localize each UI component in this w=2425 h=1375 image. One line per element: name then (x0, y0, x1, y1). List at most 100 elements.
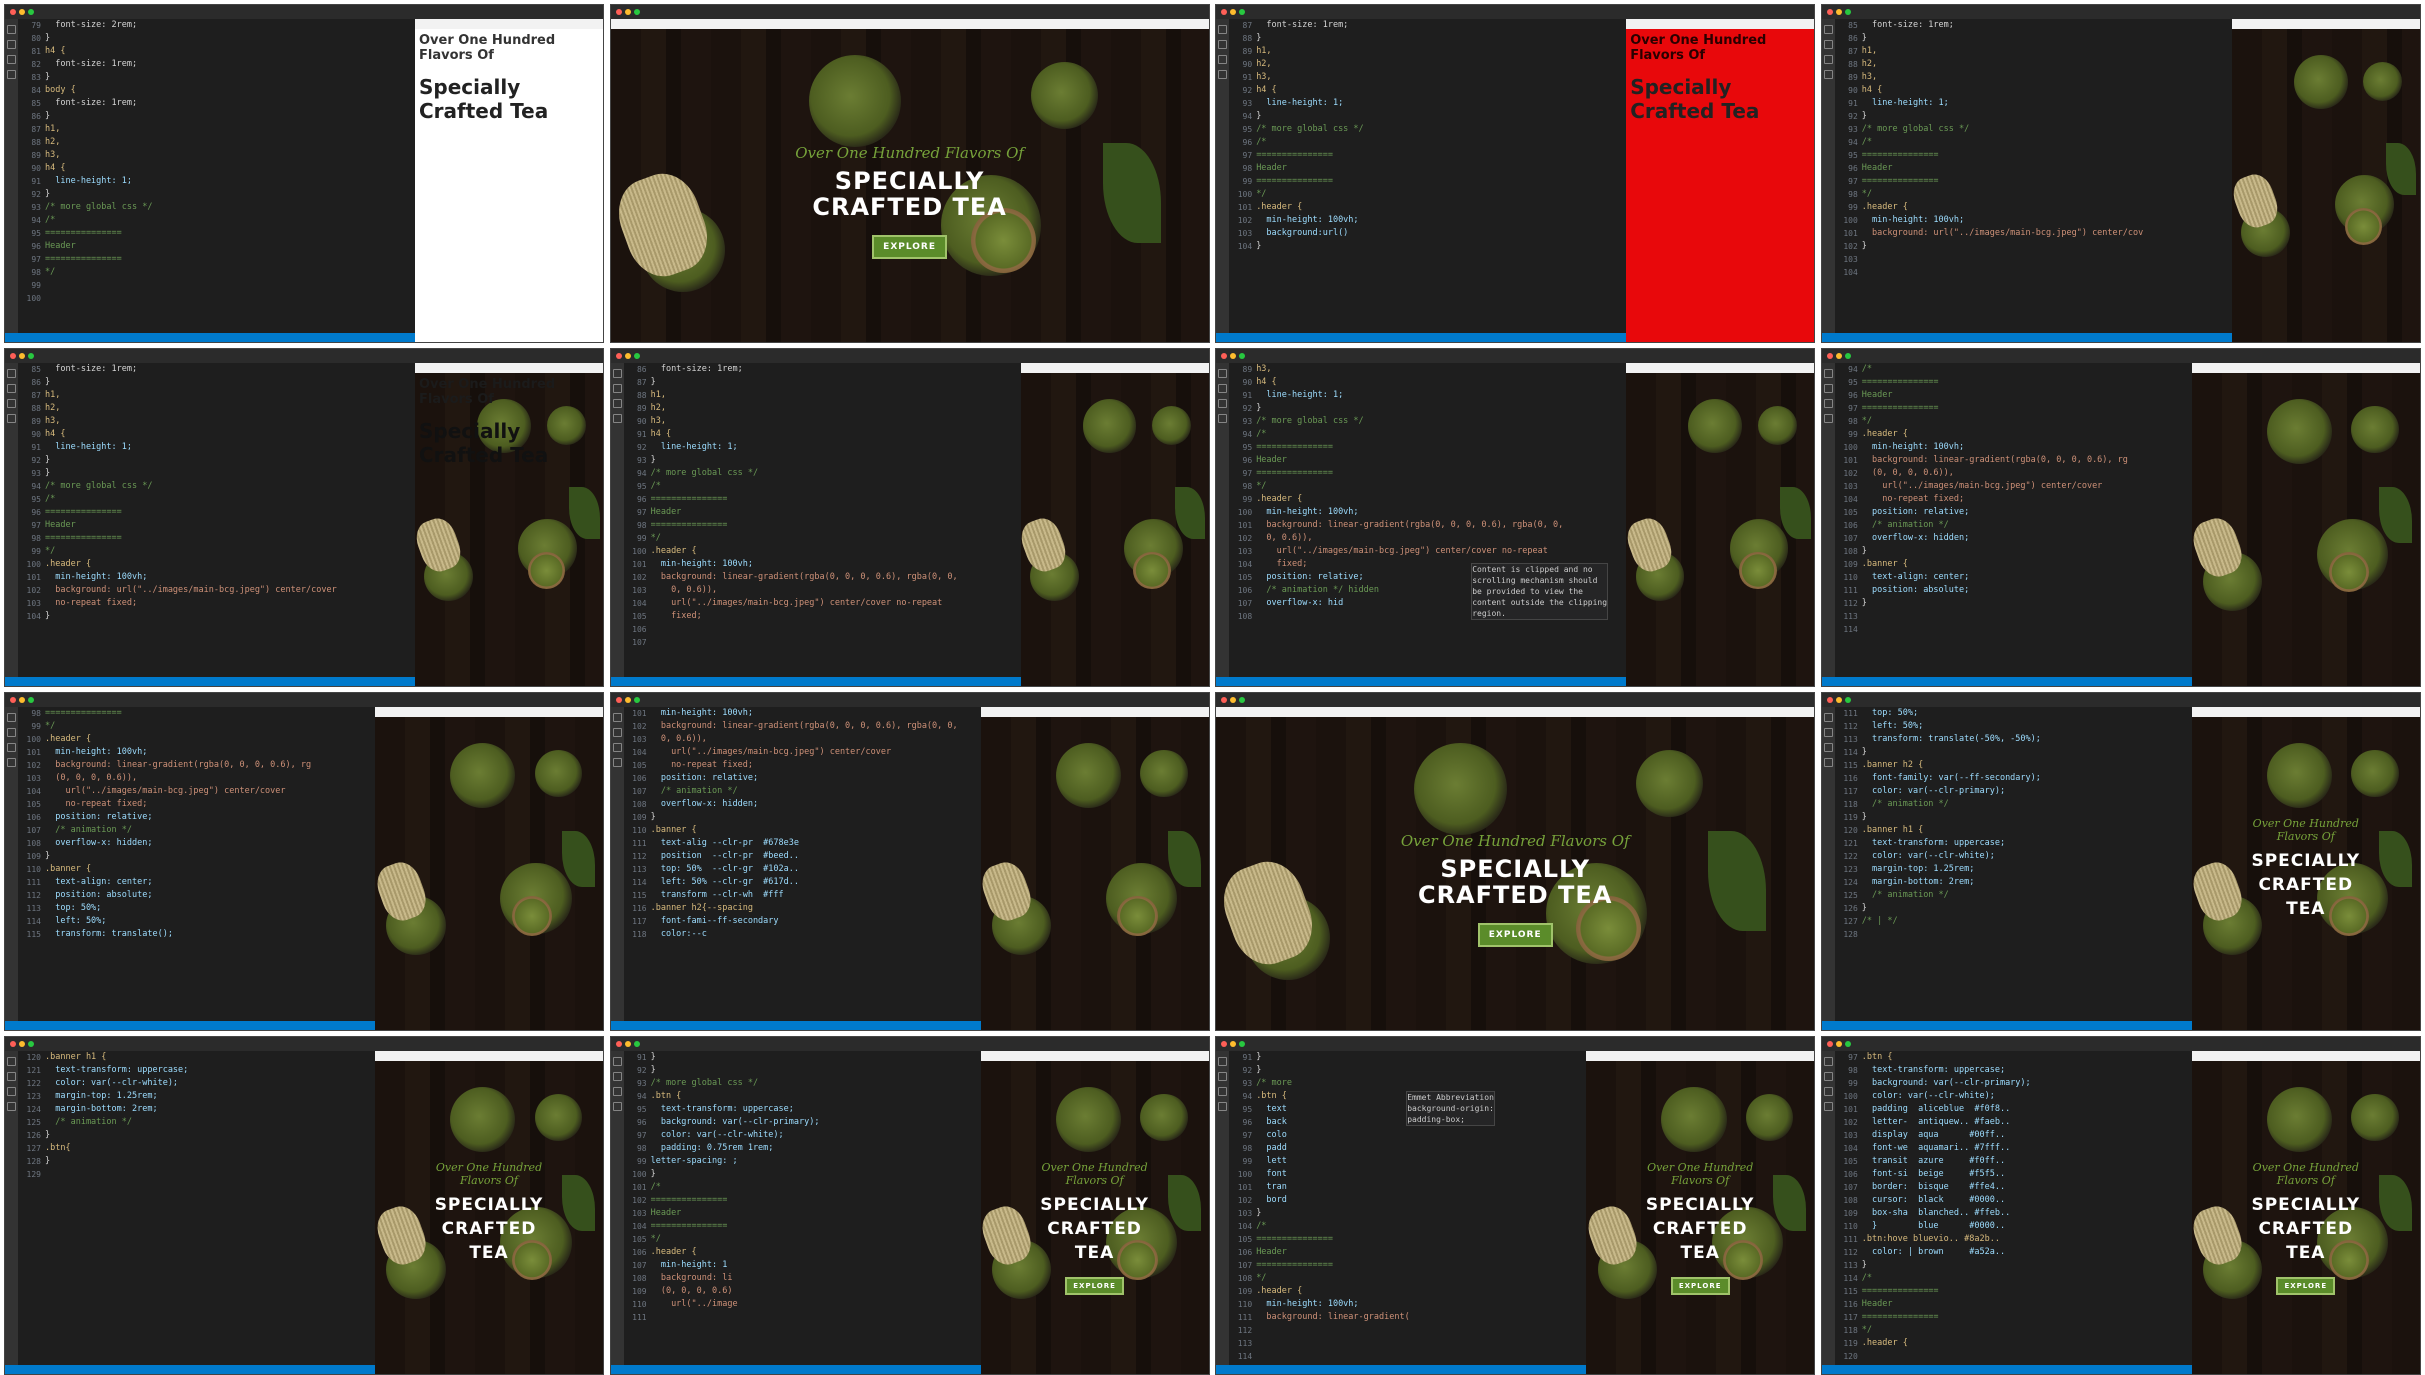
git-icon[interactable] (1823, 1087, 1833, 1096)
minimize-button[interactable] (624, 9, 631, 15)
extensions-icon[interactable] (7, 414, 16, 423)
minimize-button[interactable] (1835, 353, 1842, 359)
code-lines[interactable]: }} /* more global css */ .btn { text-trans… (651, 1051, 977, 1365)
files-icon[interactable] (1823, 1057, 1833, 1066)
close-button[interactable] (1221, 697, 1228, 703)
code-editor[interactable]: 94 95 96 97 98 99 100 101 102 103 104 105 106 107 108 1… (1821, 363, 2192, 677)
git-icon[interactable] (7, 399, 16, 408)
extensions-icon[interactable] (1823, 414, 1833, 423)
git-icon[interactable] (7, 55, 16, 64)
code-editor[interactable]: 97 98 99 100 101 102 103 104 105 106 107 108 109 110 1… (1821, 1051, 2192, 1365)
browser-address-bar[interactable] (980, 1051, 1209, 1061)
files-icon[interactable] (1218, 369, 1228, 378)
extensions-icon[interactable] (1218, 70, 1228, 79)
close-button[interactable] (10, 9, 16, 15)
search-icon[interactable] (7, 384, 16, 393)
extensions-icon[interactable] (612, 414, 622, 423)
extensions-icon[interactable] (1823, 70, 1833, 79)
zoom-button[interactable] (1239, 9, 1246, 15)
browser-address-bar[interactable] (2191, 1051, 2420, 1061)
files-icon[interactable] (1218, 1057, 1228, 1066)
close-button[interactable] (1826, 353, 1833, 359)
code-editor[interactable]: 91 92 93 94 95 96 97 98 99 100 101 102 103 104 105 106 1… (1216, 1051, 1587, 1374)
browser-preview[interactable] (2227, 19, 2420, 342)
zoom-button[interactable] (28, 353, 34, 359)
extensions-icon[interactable] (612, 758, 622, 767)
browser-preview[interactable] (1016, 363, 1209, 686)
browser-preview[interactable]: Over One Hundred Flavors Of Specially Cra… (411, 363, 603, 686)
extensions-icon[interactable] (612, 1102, 622, 1111)
browser-preview[interactable] (1622, 363, 1815, 686)
search-icon[interactable] (1218, 40, 1228, 49)
files-icon[interactable] (1823, 25, 1833, 34)
browser-address-bar[interactable] (1586, 1051, 1815, 1061)
files-icon[interactable] (7, 369, 16, 378)
browser-address-bar[interactable] (1626, 19, 1815, 29)
explore-button[interactable]: EXPLORE (1065, 1277, 1124, 1295)
git-icon[interactable] (1823, 55, 1833, 64)
code-editor[interactable]: 101 102 103 104 105 106 107 108 109 110 111 112 113 1… (610, 707, 981, 1021)
browser-preview[interactable]: Over One Hundred Flavors Of SPECIALLY CRA… (1582, 1051, 1815, 1374)
code-lines[interactable]: top: 50%; left: 50%; transform: translat… (1862, 707, 2188, 1021)
minimize-button[interactable] (1230, 353, 1237, 359)
minimize-button[interactable] (19, 9, 25, 15)
browser-preview[interactable]: Over One Hundred Flavors Of Specially Cra… (1626, 19, 1815, 342)
zoom-button[interactable] (28, 1041, 34, 1047)
zoom-button[interactable] (1844, 1041, 1851, 1047)
browser-address-bar[interactable] (2191, 707, 2420, 717)
git-icon[interactable] (612, 399, 622, 408)
code-editor[interactable]: 79 80 81 82 83 84 85 86 87 88 89 90 91 92 93 94 95 96 97 98… (5, 19, 415, 333)
code-lines[interactable]: .banner h1 { text-transform: uppercase; … (45, 1051, 371, 1365)
minimize-button[interactable] (19, 353, 25, 359)
search-icon[interactable] (612, 384, 622, 393)
browser-address-bar[interactable] (415, 363, 603, 373)
minimize-button[interactable] (1230, 9, 1237, 15)
close-button[interactable] (1221, 353, 1228, 359)
zoom-button[interactable] (28, 9, 34, 15)
files-icon[interactable] (7, 25, 16, 34)
code-editor[interactable]: 89 90 91 92 93 94 95 96 97 98 99 100 101 102 103 104 105… (1216, 363, 1627, 677)
browser-address-bar[interactable] (610, 19, 1209, 29)
zoom-button[interactable] (1239, 1041, 1246, 1047)
code-lines[interactable]: font-size: 1rem;} h1, h2, h3, h4 { line-heig… (1862, 19, 2228, 333)
close-button[interactable] (1221, 1041, 1228, 1047)
minimize-button[interactable] (624, 1041, 631, 1047)
search-icon[interactable] (1823, 728, 1833, 737)
files-icon[interactable] (612, 369, 622, 378)
git-icon[interactable] (1218, 1087, 1228, 1096)
git-icon[interactable] (1823, 743, 1833, 752)
code-editor[interactable]: 91 92 93 94 95 96 97 98 99 100 101 102 103 104 105 106 1… (610, 1051, 981, 1365)
close-button[interactable] (1826, 697, 1833, 703)
zoom-button[interactable] (28, 697, 34, 703)
code-lines[interactable]: font-size: 1rem;} h1, h2, h3, h4 { line-heig… (1256, 19, 1622, 333)
browser-preview[interactable]: Over One Hundred Flavors Of SPECIALLY CRA… (2187, 707, 2420, 1030)
search-icon[interactable] (7, 1072, 16, 1081)
close-button[interactable] (615, 353, 622, 359)
git-icon[interactable] (612, 1087, 622, 1096)
minimize-button[interactable] (624, 353, 631, 359)
extensions-icon[interactable] (1823, 1102, 1833, 1111)
browser-preview[interactable] (2187, 363, 2420, 686)
files-icon[interactable] (612, 1057, 622, 1066)
code-editor[interactable]: 85 86 87 88 89 90 91 92 93 94 95 96 97 98 99 100 101 102 1… (5, 363, 415, 677)
git-icon[interactable] (1823, 399, 1833, 408)
code-lines[interactable]: /* =============== Header =============== */… (1862, 363, 2188, 677)
search-icon[interactable] (1823, 40, 1833, 49)
close-button[interactable] (10, 697, 16, 703)
explore-button[interactable]: EXPLORE (2276, 1277, 2336, 1295)
browser-preview[interactable]: Over One Hundred Flavors Of SPECIALLY CRA… (976, 1051, 1209, 1374)
extensions-icon[interactable] (7, 1102, 16, 1111)
files-icon[interactable] (1823, 369, 1833, 378)
browser-address-bar[interactable] (1216, 707, 1815, 717)
files-icon[interactable] (1218, 25, 1228, 34)
git-icon[interactable] (1218, 399, 1228, 408)
browser-address-bar[interactable] (2191, 363, 2420, 373)
browser-address-bar[interactable] (1020, 363, 1209, 373)
zoom-button[interactable] (633, 353, 640, 359)
code-lines[interactable]: =============== */ .header { min-height: 1… (45, 707, 371, 1021)
zoom-button[interactable] (1844, 353, 1851, 359)
browser-preview[interactable] (371, 707, 603, 1030)
close-button[interactable] (615, 697, 622, 703)
files-icon[interactable] (7, 713, 16, 722)
close-button[interactable] (10, 353, 16, 359)
